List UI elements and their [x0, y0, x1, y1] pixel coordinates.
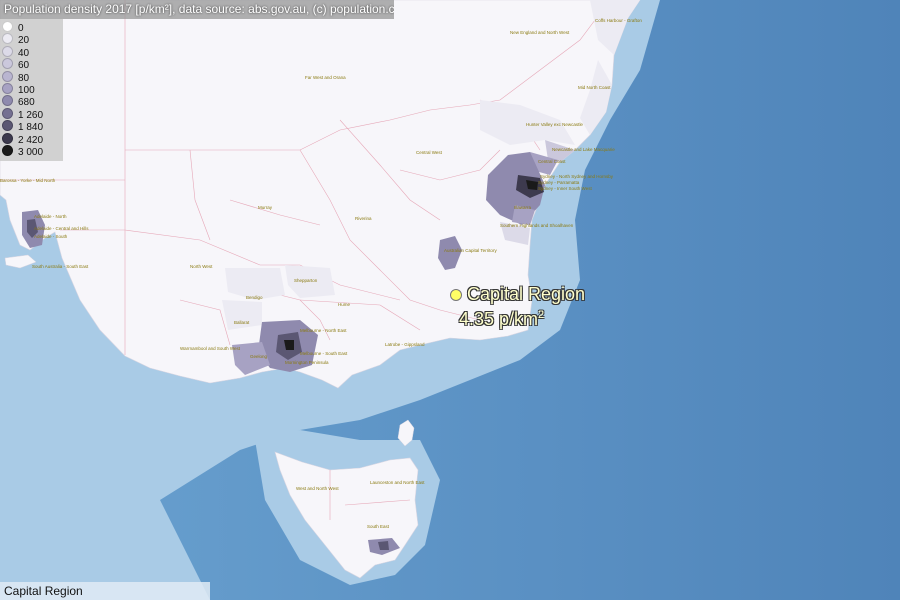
label-mid-north: Mid North Coast [578, 85, 611, 90]
label-latrobe: Latrobe - Gippsland [385, 342, 425, 347]
map-title: Population density 2017 [p/km²], data so… [0, 0, 394, 19]
legend-swatch-icon [2, 132, 13, 144]
legend-item: 60 [2, 58, 29, 71]
label-geelong: Geelong [250, 354, 268, 359]
selected-region-label: Capital Region [0, 582, 210, 600]
label-adelaide-central: Adelaide - Central and Hills [34, 226, 89, 231]
legend-swatch-icon [2, 120, 13, 132]
legend-label: 1 840 [18, 122, 44, 134]
legend-swatch-icon [2, 33, 13, 45]
legend-item: 80 [2, 70, 30, 84]
legend-swatch-icon [2, 107, 13, 119]
callout-region-name: Capital Region [467, 284, 586, 304]
legend-label: 1 260 [18, 109, 44, 121]
label-southern-highlands: Southern Highlands and Shoalhaven [500, 223, 574, 228]
label-newcastle: Newcastle and Lake Macquarie [552, 147, 615, 152]
region-ballarat [222, 300, 262, 330]
legend-swatch-icon [2, 95, 13, 107]
label-sydney-parra: Sydney - Parramatta [538, 180, 580, 185]
label-mornington: Mornington Peninsula [285, 360, 329, 365]
label-sydney-inner: Sydney - Inner South West [538, 186, 592, 191]
label-central-west: Central West [416, 150, 443, 155]
label-barossa: Barossa - Yorke - Mid North [0, 178, 56, 183]
density-legend: 0 20 40 60 80 100 680 1 260 1 840 2 420 3 000 [0, 19, 63, 161]
legend-label: 20 [18, 35, 30, 47]
legend-swatch-icon [2, 83, 13, 94]
legend-swatch-icon [2, 145, 13, 156]
location-pin-icon [450, 289, 462, 301]
legend-swatch-icon [2, 21, 13, 32]
label-new-england: New England and North West [510, 30, 570, 35]
label-launceston: Launceston and North East [370, 480, 425, 485]
legend-item: 1 260 [2, 107, 44, 121]
label-hume: Hume [338, 302, 351, 307]
legend-item: 680 [2, 95, 35, 108]
legend-swatch-icon [2, 70, 13, 82]
label-adelaide-north: Adelaide - North [34, 214, 67, 219]
legend-item: 20 [2, 33, 29, 46]
label-melb-north-east: Melbourne - North East [300, 328, 347, 333]
legend-label: 2 420 [18, 134, 44, 146]
legend-swatch-icon [2, 58, 13, 70]
legend-swatch-icon [2, 45, 13, 57]
label-hunter: Hunter Valley exc Newcastle [526, 122, 583, 127]
label-west-north-west: West and North West [296, 486, 339, 491]
legend-label: 60 [18, 60, 30, 72]
legend-label: 680 [18, 97, 35, 109]
label-act: Australian Capital Territory [444, 248, 497, 253]
legend-label: 80 [18, 72, 30, 84]
legend-item: 40 [2, 45, 30, 59]
legend-label: 40 [18, 47, 30, 59]
label-murray: Murray [258, 205, 273, 210]
label-central-coast: Central Coast [538, 159, 566, 164]
label-far-west: Far West and Orana [305, 75, 346, 80]
label-illawarra: Illawarra [514, 205, 532, 210]
label-sydney-north: Sydney - North Sydney and Hornsby [540, 174, 614, 179]
label-coffs: Coffs Harbour - Grafton [595, 18, 642, 23]
label-south-east: South East [367, 524, 390, 529]
legend-label: 3 000 [18, 147, 44, 158]
label-melb-south-east: Melbourne - South East [300, 351, 348, 356]
population-density-map[interactable]: Coffs Harbour - Grafton New England and … [0, 0, 900, 600]
legend-item: 3 000 [2, 145, 43, 158]
legend-item: 1 840 [2, 120, 43, 133]
callout-density-value: 4.35 p/km2 [459, 309, 545, 329]
legend-item: 100 [2, 83, 35, 96]
legend-label: 0 [18, 23, 24, 34]
label-riverina: Riverina [355, 216, 372, 221]
legend-item: 2 420 [2, 132, 44, 146]
label-sa-south-east: South Australia - South East [32, 264, 89, 269]
label-ballarat: Ballarat [234, 320, 250, 325]
label-adelaide-south: Adelaide - South [34, 234, 68, 239]
label-north-west: North West [190, 264, 213, 269]
label-shepparton: Shepparton [294, 278, 318, 283]
label-warrnambool: Warrnambool and South West [180, 346, 241, 351]
legend-label: 100 [18, 85, 35, 96]
legend-item: 0 [2, 21, 24, 34]
label-bendigo: Bendigo [246, 295, 263, 300]
